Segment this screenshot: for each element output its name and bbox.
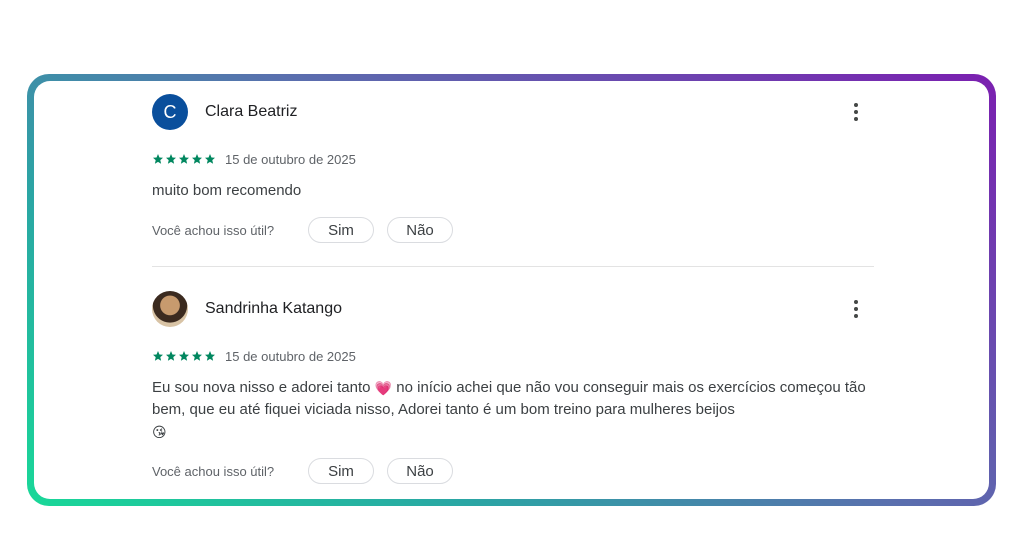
star-icon [153, 351, 163, 361]
review-text: Eu sou nova nisso e adorei tanto 💗 no in… [152, 377, 874, 443]
review-date: 15 de outubro de 2025 [225, 348, 356, 364]
star-icon [153, 154, 163, 164]
reviews-card: C Clara Beatriz 15 de outubro de 2025 mu… [34, 81, 989, 499]
helpful-yes-button[interactable]: Sim [308, 458, 374, 485]
divider [152, 266, 874, 267]
review-meta: 15 de outubro de 2025 [152, 150, 874, 168]
review-text: muito bom recomendo [152, 182, 302, 199]
review-item: C Clara Beatriz 15 de outubro de 2025 mu… [152, 94, 874, 244]
review-date: 15 de outubro de 2025 [225, 151, 356, 167]
star-icon [205, 154, 215, 164]
helpful-no-button[interactable]: Não [387, 217, 453, 243]
review-header: C Clara Beatriz [152, 94, 874, 130]
star-icon [179, 154, 189, 164]
gradient-frame: C Clara Beatriz 15 de outubro de 2025 mu… [27, 74, 996, 506]
avatar-letter: C [163, 101, 177, 122]
star-icon [192, 154, 202, 164]
more-options-icon[interactable] [844, 100, 868, 124]
star-rating [152, 153, 216, 165]
review-item: Sandrinha Katango 15 de outubro de 2025 … [152, 291, 874, 485]
helpful-row: Você achou isso útil? Sim Não [152, 216, 874, 244]
reviewer-name: Clara Beatriz [205, 103, 298, 120]
helpful-yes-button[interactable]: Sim [308, 217, 374, 243]
star-rating [152, 350, 216, 362]
star-icon [166, 154, 176, 164]
reviewer-name: Sandrinha Katango [205, 300, 342, 317]
star-icon [205, 351, 215, 361]
heart-emoji-icon: 💗 [374, 380, 393, 397]
review-header: Sandrinha Katango [152, 291, 874, 327]
helpful-prompt: Você achou isso útil? [152, 222, 275, 238]
star-icon [179, 351, 189, 361]
avatar [152, 291, 188, 327]
review-meta: 15 de outubro de 2025 [152, 347, 874, 365]
helpful-no-button[interactable]: Não [387, 458, 453, 485]
more-options-icon[interactable] [844, 297, 868, 321]
helpful-row: Você achou isso útil? Sim Não [152, 457, 874, 485]
star-icon [192, 351, 202, 361]
kiss-emoji-icon: 😘 [152, 424, 167, 441]
helpful-prompt: Você achou isso útil? [152, 463, 275, 479]
review-text-part: Eu sou nova nisso e adorei tanto [152, 379, 371, 396]
star-icon [166, 351, 176, 361]
avatar: C [152, 94, 188, 130]
